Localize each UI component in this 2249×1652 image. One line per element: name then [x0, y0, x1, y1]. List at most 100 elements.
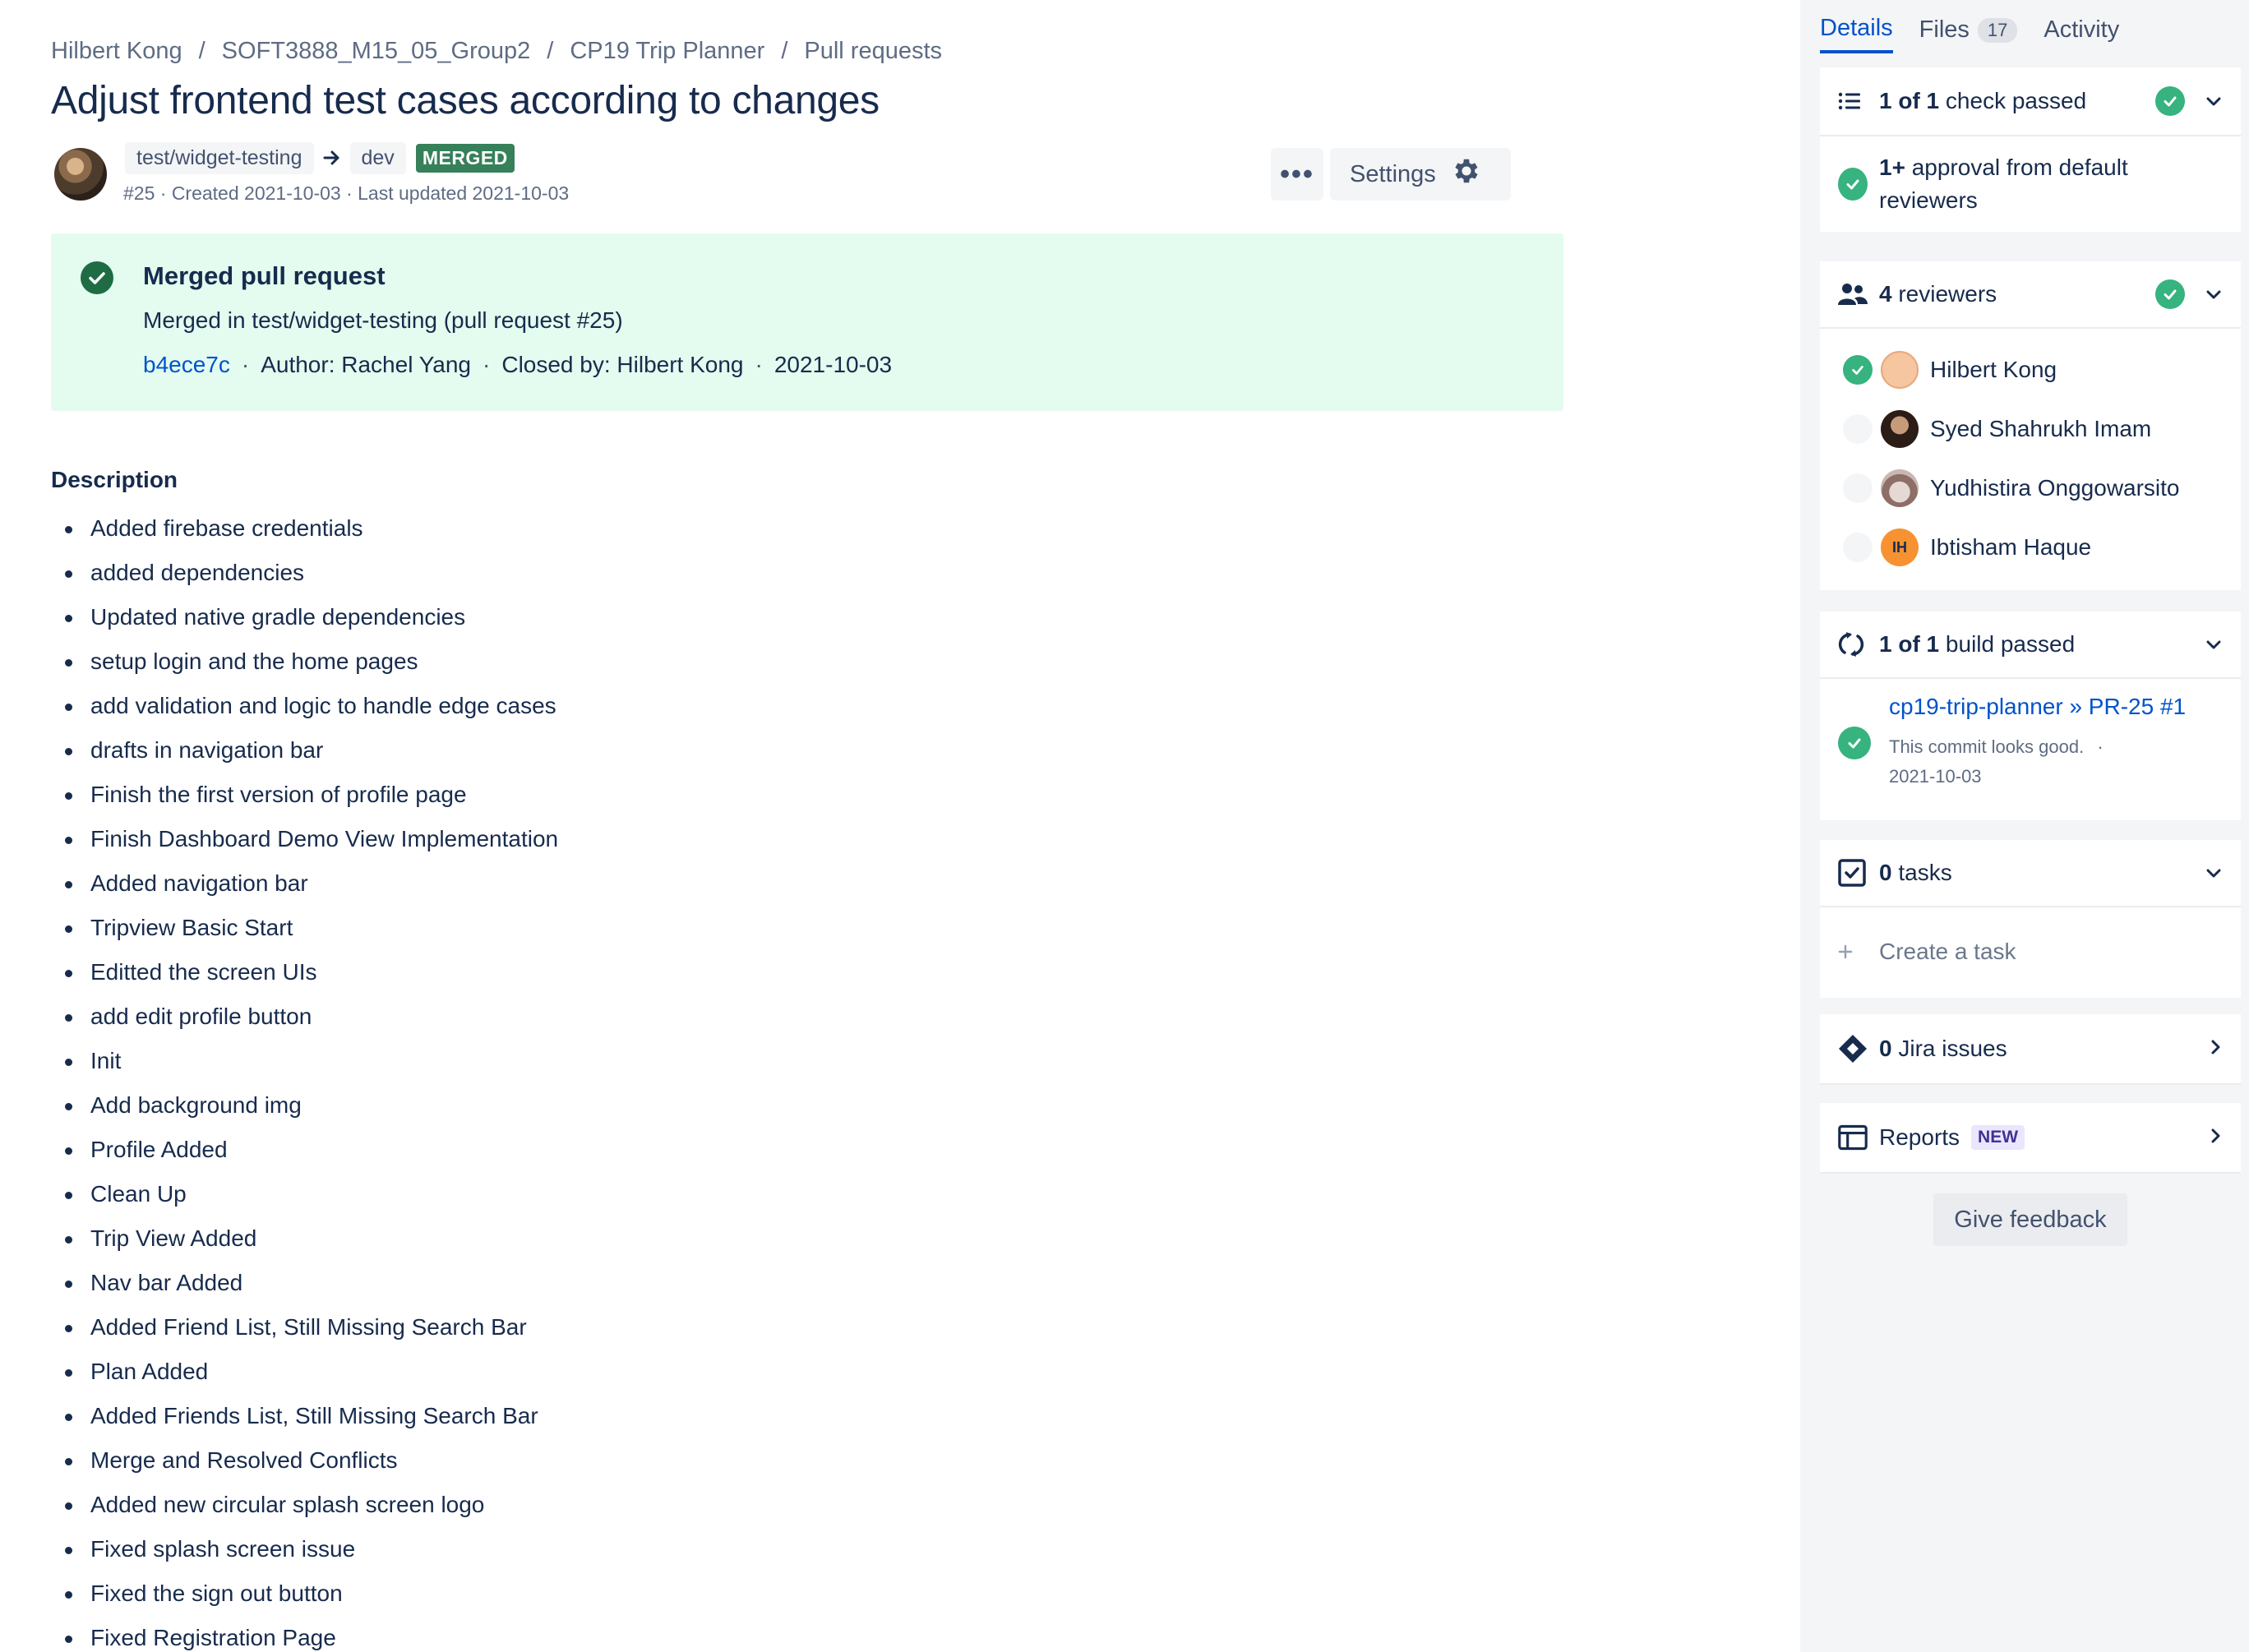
- build-link[interactable]: cp19-trip-planner » PR-25 #1: [1889, 694, 2186, 720]
- builds-label: build passed: [1945, 631, 2076, 657]
- reviewer-item[interactable]: Hilbert Kong: [1820, 340, 2241, 399]
- divider: [1820, 1172, 2241, 1174]
- banner-message: Merged in test/widget-testing (pull requ…: [143, 307, 623, 333]
- reviewer-list: Hilbert Kong Syed Shahrukh Imam Yudhisti…: [1820, 329, 2241, 577]
- list-item: Added new circular splash screen logo: [64, 1483, 558, 1527]
- target-branch[interactable]: dev: [349, 142, 406, 174]
- give-feedback-button[interactable]: Give feedback: [1933, 1193, 2127, 1246]
- list-item: Added firebase credentials: [64, 506, 558, 551]
- banner-closed-by: Closed by: Hilbert Kong: [501, 352, 744, 377]
- list-item: Fixed Registration Page: [64, 1616, 558, 1652]
- checks-label: check passed: [1945, 88, 2087, 113]
- jira-label: Jira issues: [1898, 1036, 2007, 1061]
- build-status-text: This commit looks good. ·: [1889, 736, 2104, 758]
- separator-dot: ·: [2097, 736, 2104, 757]
- list-item: added dependencies: [64, 551, 558, 595]
- reviewers-card: 4 reviewers Hilbert Kong Syed Shahrukh I…: [1820, 261, 2241, 590]
- reviewer-item[interactable]: IH Ibtisham Haque: [1820, 518, 2241, 577]
- pending-status-icon: [1843, 473, 1873, 503]
- build-item: cp19-trip-planner » PR-25 #1 This commit…: [1820, 679, 2241, 819]
- checks-row[interactable]: 1 of 1 check passed: [1820, 67, 2241, 135]
- checks-card: 1 of 1 check passed 1+ approval from def…: [1820, 67, 2241, 232]
- pending-status-icon: [1843, 414, 1873, 444]
- tab-activity-label: Activity: [2043, 16, 2120, 43]
- approval-label: approval from default reviewers: [1879, 155, 2128, 213]
- gear-icon: [1451, 155, 1482, 193]
- breadcrumb-item-repository[interactable]: CP19 Trip Planner: [570, 38, 764, 65]
- checklist-icon: [1838, 91, 1868, 111]
- arrow-right-icon: [314, 145, 350, 172]
- tab-files-label: Files: [1919, 16, 1970, 43]
- reviewer-name: Hilbert Kong: [1930, 357, 2057, 382]
- reviewer-name: Ibtisham Haque: [1930, 534, 2092, 560]
- jira-row[interactable]: 0 Jira issues: [1820, 1014, 2241, 1083]
- create-task-label: Create a task: [1879, 939, 2016, 964]
- tab-activity[interactable]: Activity: [2043, 15, 2119, 53]
- reports-row[interactable]: Reports NEW: [1820, 1103, 2241, 1172]
- reviewer-name: Syed Shahrukh Imam: [1930, 416, 2152, 441]
- commit-hash-link[interactable]: b4ece7c: [143, 352, 230, 378]
- more-actions-button[interactable]: •••: [1271, 148, 1323, 201]
- reviewers-icon: [1838, 282, 1868, 307]
- plus-icon: [1838, 944, 1868, 959]
- breadcrumb-item-workspace[interactable]: SOFT3888_M15_05_Group2: [222, 38, 531, 65]
- tab-details[interactable]: Details: [1820, 15, 1893, 53]
- jira-count: 0: [1879, 1036, 1892, 1061]
- create-task-button[interactable]: Create a task: [1820, 907, 2241, 996]
- reviewer-item[interactable]: Syed Shahrukh Imam: [1820, 399, 2241, 459]
- author-avatar[interactable]: [54, 148, 107, 201]
- banner-author: Author: Rachel Yang: [261, 352, 472, 377]
- task-checkbox-icon: [1838, 859, 1868, 887]
- description-list: Added firebase credentials added dependen…: [64, 506, 558, 1652]
- tab-files[interactable]: Files 17: [1919, 15, 2018, 53]
- reviewers-row[interactable]: 4 reviewers: [1820, 261, 2241, 327]
- tasks-row[interactable]: 0 tasks: [1820, 840, 2241, 906]
- settings-label: Settings: [1350, 160, 1436, 187]
- list-item: Plan Added: [64, 1350, 558, 1394]
- list-item: setup login and the home pages: [64, 639, 558, 684]
- build-status-message: This commit looks good.: [1889, 736, 2085, 757]
- divider: [1820, 1083, 2241, 1085]
- description-heading: Description: [51, 467, 178, 492]
- reviewer-item[interactable]: Yudhistira Onggowarsito: [1820, 459, 2241, 518]
- chevron-down-icon[interactable]: [2206, 284, 2221, 305]
- chevron-down-icon[interactable]: [2206, 862, 2221, 884]
- reports-label: Reports: [1879, 1124, 1960, 1150]
- sidebar: Details Files 17 Activity 1 of 1 check pa…: [1800, 0, 2249, 1652]
- avatar: [1881, 410, 1919, 448]
- more-icon: •••: [1280, 158, 1314, 190]
- branch-row: test/widget-testing dev MERGED: [125, 142, 515, 174]
- reviewer-name: Yudhistira Onggowarsito: [1930, 475, 2180, 501]
- chevron-down-icon[interactable]: [2206, 634, 2221, 655]
- avatar: [1881, 469, 1919, 507]
- list-item: Fixed splash screen issue: [64, 1527, 558, 1571]
- check-circle-icon: [1838, 168, 1868, 201]
- page-title: Adjust frontend test cases according to …: [51, 79, 880, 122]
- chevron-down-icon[interactable]: [2206, 90, 2221, 112]
- jira-icon: [1838, 1034, 1868, 1064]
- checks-count: 1 of 1: [1879, 88, 1940, 113]
- sidebar-tabs: Details Files 17 Activity: [1820, 15, 2119, 53]
- breadcrumb-item-user[interactable]: Hilbert Kong: [51, 38, 182, 65]
- list-item: Merge and Resolved Conflicts: [64, 1438, 558, 1483]
- breadcrumb-item-pull-requests[interactable]: Pull requests: [804, 38, 942, 65]
- list-item: Updated native gradle dependencies: [64, 595, 558, 639]
- build-icon: [1838, 631, 1868, 658]
- tasks-label: tasks: [1898, 860, 1952, 885]
- builds-row[interactable]: 1 of 1 build passed: [1820, 611, 2241, 677]
- source-branch[interactable]: test/widget-testing: [125, 142, 314, 174]
- reviewers-count: 4: [1879, 281, 1892, 307]
- list-item: Fixed the sign out button: [64, 1571, 558, 1616]
- settings-button[interactable]: Settings: [1330, 148, 1511, 201]
- pending-status-icon: [1843, 533, 1873, 562]
- list-item: Finish the first version of profile page: [64, 773, 558, 817]
- build-date: 2021-10-03: [1889, 766, 1982, 787]
- list-item: Nav bar Added: [64, 1261, 558, 1305]
- separator-dot: ·: [755, 352, 763, 377]
- builds-count: 1 of 1: [1879, 631, 1940, 657]
- avatar: [1881, 351, 1919, 389]
- list-item: Finish Dashboard Demo View Implementatio…: [64, 817, 558, 861]
- breadcrumb-separator: /: [781, 38, 788, 64]
- reviewers-label: reviewers: [1898, 281, 1997, 307]
- list-item: Profile Added: [64, 1128, 558, 1172]
